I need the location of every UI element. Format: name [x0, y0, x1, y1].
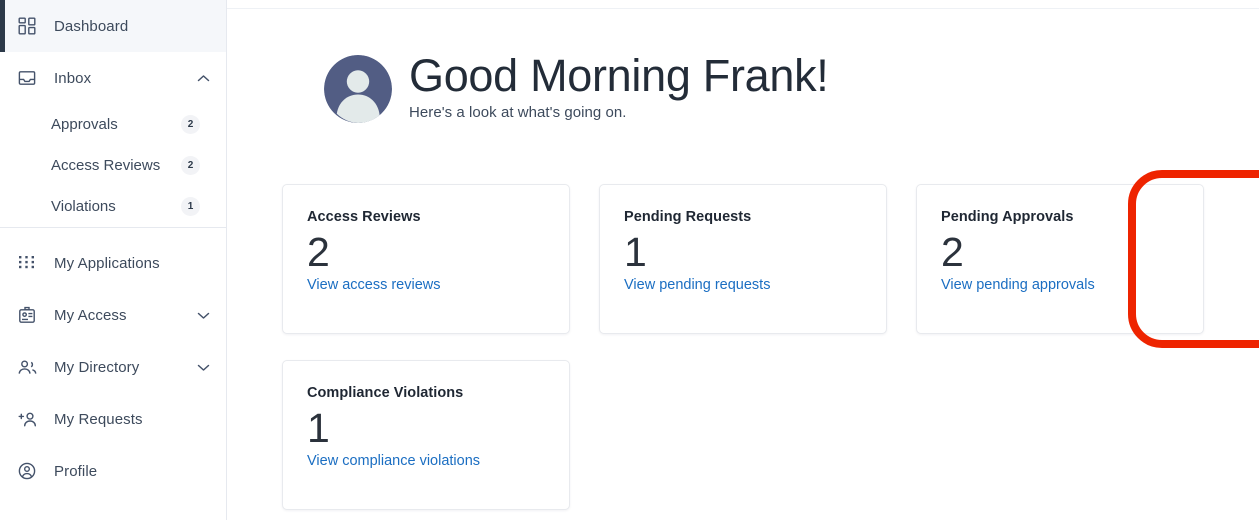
- status-badge: 1: [181, 197, 200, 216]
- dashboard-page: Dashboard Inbox Approvals 2 Access Revie…: [0, 0, 1259, 520]
- greeting-text-block: Good Morning Frank! Here's a look at wha…: [409, 50, 829, 122]
- page-subtitle: Here's a look at what's going on.: [409, 104, 627, 122]
- person-add-icon: [18, 408, 42, 430]
- people-group-icon: [18, 356, 42, 378]
- sidebar-item-profile[interactable]: Profile: [0, 445, 226, 497]
- id-badge-icon: [18, 304, 42, 326]
- card-value: 1: [624, 229, 647, 275]
- sidebar-subitem-label: Approvals: [51, 116, 118, 133]
- card-value: 1: [307, 405, 330, 451]
- sidebar-item-label: Profile: [54, 462, 98, 480]
- card-title: Pending Approvals: [941, 209, 1074, 225]
- avatar: [324, 55, 392, 123]
- card-value: 2: [307, 229, 330, 275]
- sidebar-secondary-group: My Applications My Access My Directory M…: [0, 228, 226, 497]
- card-pending-approvals[interactable]: Pending Approvals 2 View pending approva…: [916, 184, 1204, 334]
- user-circle-icon: [18, 460, 42, 482]
- card-title: Compliance Violations: [307, 385, 464, 401]
- main-content: Good Morning Frank! Here's a look at wha…: [227, 0, 1259, 520]
- card-title: Access Reviews: [307, 209, 421, 225]
- sidebar-item-label: My Access: [54, 306, 127, 324]
- sidebar-item-dashboard[interactable]: Dashboard: [0, 0, 226, 52]
- sidebar-item-label: My Requests: [54, 410, 143, 428]
- inbox-tray-icon: [18, 67, 42, 89]
- chevron-up-icon[interactable]: [190, 74, 216, 83]
- sidebar-item-label: My Applications: [54, 254, 160, 272]
- sidebar-item-my-directory[interactable]: My Directory: [0, 341, 226, 393]
- summary-card-grid: Access Reviews 2 View access reviews Pen…: [282, 184, 1259, 510]
- status-badge: 2: [181, 115, 200, 134]
- card-value: 2: [941, 229, 964, 275]
- card-link-view-pending-requests[interactable]: View pending requests: [624, 277, 770, 293]
- sidebar-subitem-access-reviews[interactable]: Access Reviews 2: [0, 145, 226, 186]
- chevron-down-icon[interactable]: [190, 311, 216, 320]
- card-access-reviews[interactable]: Access Reviews 2 View access reviews: [282, 184, 570, 334]
- sidebar-navigation: Dashboard Inbox Approvals 2 Access Revie…: [0, 0, 227, 520]
- sidebar-subitem-label: Violations: [51, 198, 116, 215]
- page-title: Good Morning Frank!: [409, 50, 829, 101]
- chevron-down-icon[interactable]: [190, 363, 216, 372]
- apps-dots-grid-icon: [18, 252, 42, 274]
- card-link-view-compliance-violations[interactable]: View compliance violations: [307, 453, 480, 469]
- sidebar-item-inbox[interactable]: Inbox: [0, 52, 226, 104]
- sidebar-item-my-applications[interactable]: My Applications: [0, 237, 226, 289]
- card-compliance-violations[interactable]: Compliance Violations 1 View compliance …: [282, 360, 570, 510]
- sidebar-item-label: Inbox: [54, 69, 92, 87]
- sidebar-subitem-approvals[interactable]: Approvals 2: [0, 104, 226, 145]
- greeting-section: Good Morning Frank! Here's a look at wha…: [324, 50, 829, 123]
- dashboard-grid-icon: [18, 15, 42, 37]
- card-pending-requests[interactable]: Pending Requests 1 View pending requests: [599, 184, 887, 334]
- sidebar-item-label: My Directory: [54, 358, 140, 376]
- sidebar-item-my-access[interactable]: My Access: [0, 289, 226, 341]
- sidebar-subitem-violations[interactable]: Violations 1: [0, 186, 226, 227]
- status-badge: 2: [181, 156, 200, 175]
- topbar-divider: [227, 8, 1259, 9]
- card-link-view-pending-approvals[interactable]: View pending approvals: [941, 277, 1095, 293]
- sidebar-item-my-requests[interactable]: My Requests: [0, 393, 226, 445]
- sidebar-item-label: Dashboard: [54, 17, 129, 35]
- card-link-view-access-reviews[interactable]: View access reviews: [307, 277, 441, 293]
- card-title: Pending Requests: [624, 209, 752, 225]
- sidebar-subitem-label: Access Reviews: [51, 157, 161, 174]
